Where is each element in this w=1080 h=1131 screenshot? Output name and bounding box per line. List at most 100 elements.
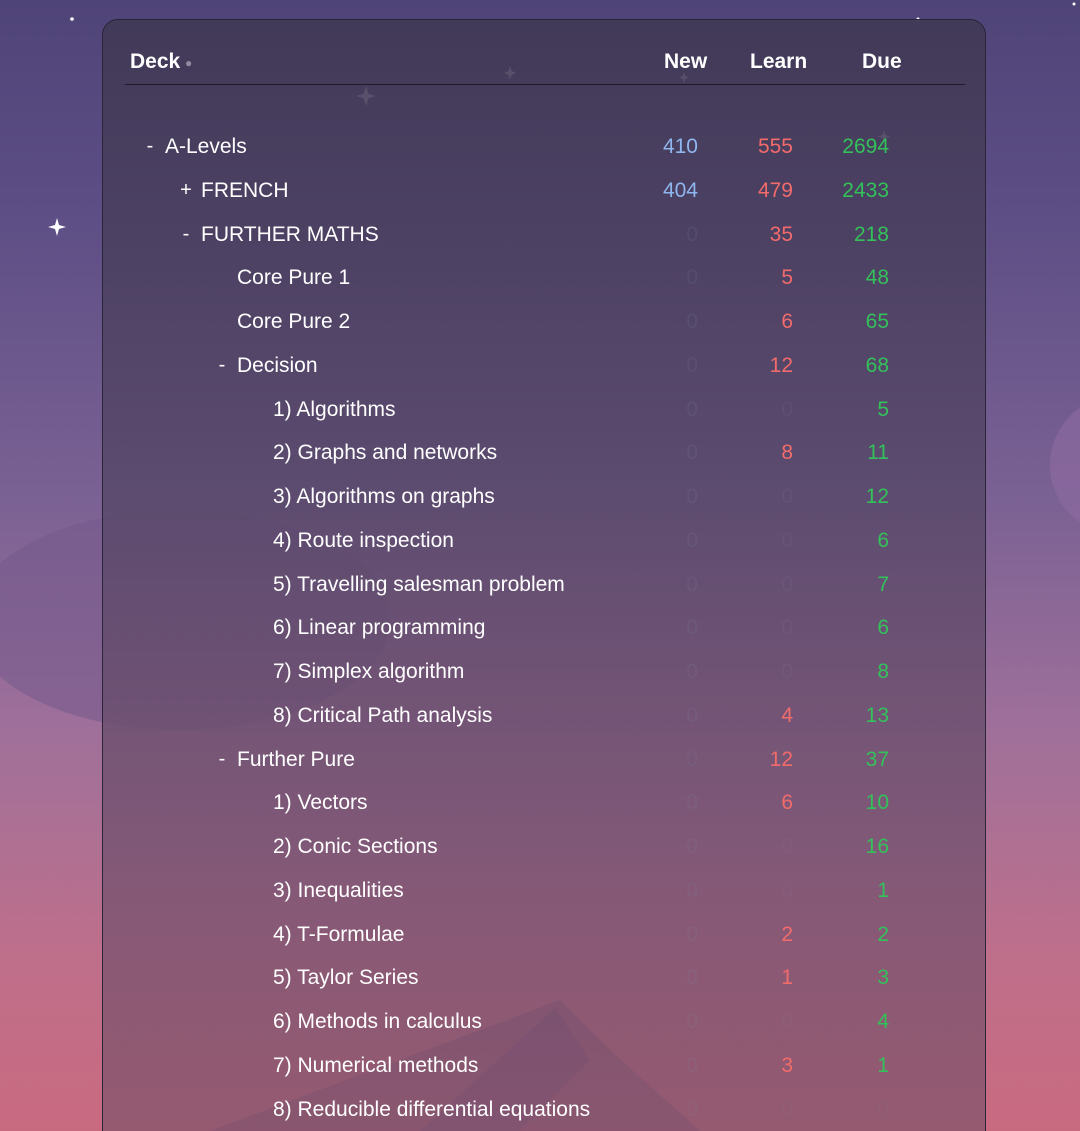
new-count: 0	[686, 747, 698, 771]
new-count: 0	[686, 485, 698, 508]
collapse-toggle[interactable]: -	[179, 223, 193, 246]
due-count: 6	[877, 616, 889, 640]
deck-name-link[interactable]: 3) Algorithms on graphs	[273, 485, 495, 509]
learn-count: 8	[781, 441, 793, 465]
deck-name-link[interactable]: FRENCH	[201, 179, 289, 203]
deck-name-link[interactable]: 7) Numerical methods	[273, 1054, 478, 1078]
deck-row[interactable]: 7) Numerical methods 0 3 1	[103, 1045, 987, 1089]
learn-count: 6	[781, 310, 793, 333]
deck-name-link[interactable]: Further Pure	[237, 748, 355, 772]
due-count: 68	[865, 353, 889, 377]
new-count: 0	[686, 616, 698, 640]
deck-row[interactable]: 7) Simplex algorithm 0 0 8	[103, 651, 987, 695]
new-count: 0	[686, 703, 698, 727]
deck-name-link[interactable]: 7) Simplex algorithm	[273, 660, 464, 684]
deck-row[interactable]: 2) Conic Sections 0 0 16	[103, 826, 987, 870]
header-learn[interactable]: Learn	[750, 50, 807, 74]
new-count: 0	[686, 441, 698, 465]
learn-count: 5	[781, 266, 793, 290]
new-count: 0	[686, 1053, 698, 1077]
deck-name-link[interactable]: 8) Critical Path analysis	[273, 704, 492, 728]
deck-name-link[interactable]: A-Levels	[165, 135, 247, 159]
deck-row[interactable]: 4) Route inspection 0 0 6	[103, 520, 987, 564]
learn-count: 0	[781, 572, 793, 596]
deck-row[interactable]: - Further Pure 0 12 37	[103, 739, 987, 783]
learn-count: 555	[757, 135, 793, 158]
deck-row[interactable]: 6) Methods in calculus 0 0 4	[103, 1001, 987, 1045]
moon-shape	[1050, 407, 1080, 523]
deck-name-link[interactable]: 8) Reducible differential equations	[273, 1098, 590, 1122]
deck-row[interactable]: - A-Levels 410 555 2694	[103, 126, 987, 170]
learn-count: 12	[769, 353, 793, 377]
due-count: 0	[877, 1097, 889, 1121]
deck-row[interactable]: 5) Travelling salesman problem 0 0 7	[103, 564, 987, 608]
due-count: 11	[867, 441, 889, 465]
new-count: 0	[686, 660, 698, 683]
deck-name-link[interactable]: 4) Route inspection	[273, 529, 454, 553]
deck-name-link[interactable]: Core Pure 1	[237, 266, 350, 290]
deck-name-link[interactable]: 5) Travelling salesman problem	[273, 573, 565, 597]
deck-name-link[interactable]: FURTHER MATHS	[201, 223, 379, 247]
deck-name-link[interactable]: 2) Graphs and networks	[273, 441, 497, 465]
due-count: 12	[865, 485, 889, 508]
new-count: 410	[662, 135, 698, 158]
deck-row[interactable]: - Decision 0 12 68	[103, 345, 987, 389]
expand-toggle[interactable]: +	[179, 179, 193, 202]
deck-name-link[interactable]: 4) T-Formulae	[273, 923, 405, 947]
header-new[interactable]: New	[664, 50, 707, 74]
new-count: 0	[686, 835, 698, 858]
deck-row[interactable]: 8) Reducible differential equations 0 0 0	[103, 1089, 987, 1131]
new-count: 0	[686, 310, 698, 333]
due-count: 5	[877, 397, 889, 421]
deck-row[interactable]: 6) Linear programming 0 0 6	[103, 607, 987, 651]
deck-row[interactable]: 4) T-Formulae 0 2 2	[103, 914, 987, 958]
deck-row[interactable]: 1) Algorithms 0 0 5	[103, 389, 987, 433]
deck-name-link[interactable]: Decision	[237, 354, 318, 378]
new-count: 0	[686, 966, 698, 990]
header-deck[interactable]: Deck	[130, 50, 180, 74]
learn-count: 0	[781, 1010, 793, 1033]
new-count: 404	[662, 178, 698, 202]
due-count: 7	[877, 572, 889, 596]
learn-count: 1	[781, 966, 793, 990]
collapse-toggle[interactable]: -	[143, 135, 157, 158]
deck-rows: - A-Levels 410 555 2694 + FRENCH 404 479 2433- FUR…	[103, 126, 987, 1131]
due-count: 8	[877, 660, 889, 683]
deck-row[interactable]: 3) Algorithms on graphs 0 0 12	[103, 476, 987, 520]
deck-row[interactable]: Core Pure 1 0 5 48	[103, 257, 987, 301]
deck-name-link[interactable]: 1) Vectors	[273, 791, 368, 815]
due-count: 4	[877, 1010, 889, 1033]
deck-row[interactable]: 2) Graphs and networks 0 8 11	[103, 432, 987, 476]
deck-name-link[interactable]: 6) Methods in calculus	[273, 1010, 482, 1034]
deck-row[interactable]: Core Pure 2 0 6 65	[103, 301, 987, 345]
deck-row[interactable]: 3) Inequalities 0 0 1	[103, 870, 987, 914]
learn-count: 0	[781, 528, 793, 552]
deck-row[interactable]: 8) Critical Path analysis 0 4 13	[103, 695, 987, 739]
learn-count: 0	[781, 660, 793, 683]
due-count: 218	[853, 222, 889, 246]
deck-row[interactable]: 5) Taylor Series 0 1 3	[103, 957, 987, 1001]
due-count: 6	[877, 528, 889, 552]
header-due[interactable]: Due	[862, 50, 902, 74]
deck-name-link[interactable]: 1) Algorithms	[273, 398, 396, 422]
sort-indicator-icon: ●	[185, 56, 193, 70]
deck-row[interactable]: 1) Vectors 0 6 10	[103, 782, 987, 826]
collapse-toggle[interactable]: -	[215, 748, 229, 771]
due-count: 37	[865, 747, 889, 771]
learn-count: 6	[781, 791, 793, 815]
due-count: 2433	[842, 178, 889, 202]
collapse-toggle[interactable]: -	[215, 354, 229, 377]
deck-row[interactable]: + FRENCH 404 479 2433	[103, 170, 987, 214]
deck-name-link[interactable]: Core Pure 2	[237, 310, 350, 334]
new-count: 0	[686, 1010, 698, 1033]
deck-name-link[interactable]: 2) Conic Sections	[273, 835, 438, 859]
deck-name-link[interactable]: 3) Inequalities	[273, 879, 404, 903]
deck-name-link[interactable]: 6) Linear programming	[273, 616, 485, 640]
new-count: 0	[686, 222, 698, 246]
due-count: 13	[865, 703, 889, 727]
learn-count: 479	[757, 178, 793, 202]
deck-name-link[interactable]: 5) Taylor Series	[273, 966, 419, 990]
new-count: 0	[686, 878, 698, 902]
deck-row[interactable]: - FURTHER MATHS 0 35 218	[103, 214, 987, 258]
learn-count: 0	[781, 1097, 793, 1121]
